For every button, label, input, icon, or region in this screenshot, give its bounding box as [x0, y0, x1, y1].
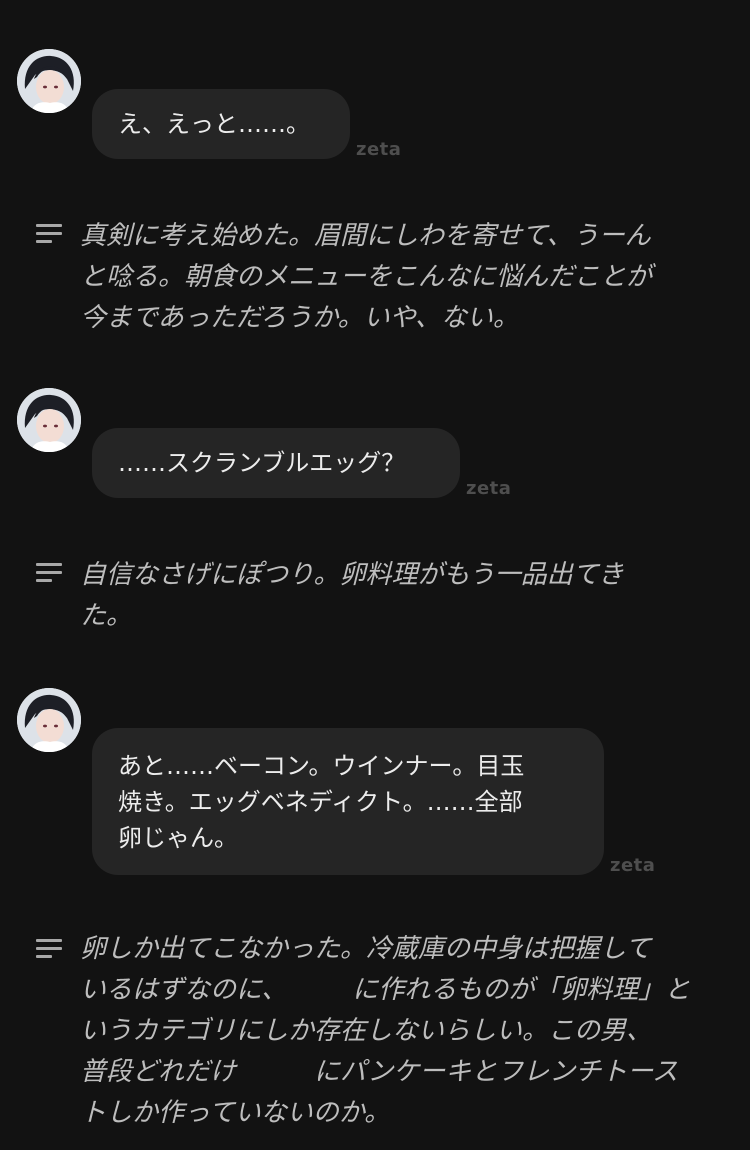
narration-text: 真剣に考え始めた。眉間にしわを寄せて、うーん と唸る。朝食のメニューをこんなに悩…: [80, 216, 720, 339]
character-avatar-icon[interactable]: [17, 688, 81, 752]
sender-label: zeta: [356, 139, 402, 160]
sender-label: zeta: [610, 855, 656, 876]
narration-line: た。: [80, 601, 133, 631]
message-text: ……スクランブルエッグ？: [118, 449, 406, 477]
narration-line: 今まであっただろうか。いや、ない。: [80, 303, 519, 333]
chat-screen: え、えっと……。 zeta 真剣に考え始めた。眉間にしわを寄せて、うーん と唸る…: [0, 0, 750, 1150]
narration-lines-icon: [36, 224, 62, 244]
narration-line: 真剣に考え始めた。眉間にしわを寄せて、うーん: [80, 221, 651, 251]
narration-line: 自信なさげにぽつり。卵料理がもう一品出てき: [80, 560, 624, 590]
narration-lines-icon: [36, 939, 62, 959]
message-text: え、えっと……。: [118, 110, 310, 138]
sender-label: zeta: [466, 478, 512, 499]
narration-line: いるはずなのに、 に作れるものが「卵料理」と: [80, 975, 691, 1005]
character-message-bubble[interactable]: え、えっと……。: [92, 89, 350, 159]
narration-text: 自信なさげにぽつり。卵料理がもう一品出てき た。: [80, 555, 720, 637]
character-avatar-icon[interactable]: [17, 49, 81, 113]
narration-text: 卵しか出てこなかった。冷蔵庫の中身は把握して いるはずなのに、 に作れるものが「…: [80, 929, 720, 1134]
narration-line: と唸る。朝食のメニューをこんなに悩んだことが: [80, 262, 653, 292]
character-message-bubble[interactable]: ……スクランブルエッグ？: [92, 428, 460, 498]
narration-line: いうカテゴリにしか存在しないらしい。この男、: [80, 1016, 653, 1046]
message-text: あと……ベーコン。ウインナー。目玉 焼き。エッグベネディクト。……全部 卵じゃん…: [118, 752, 525, 852]
narration-line: 普段どれだけ にパンケーキとフレンチトース: [80, 1057, 679, 1087]
narration-line: トしか作っていないのか。: [80, 1098, 391, 1128]
character-avatar-icon[interactable]: [17, 388, 81, 452]
narration-line: 卵しか出てこなかった。冷蔵庫の中身は把握して: [80, 934, 652, 964]
narration-lines-icon: [36, 563, 62, 583]
character-message-bubble[interactable]: あと……ベーコン。ウインナー。目玉 焼き。エッグベネディクト。……全部 卵じゃん…: [92, 728, 604, 875]
